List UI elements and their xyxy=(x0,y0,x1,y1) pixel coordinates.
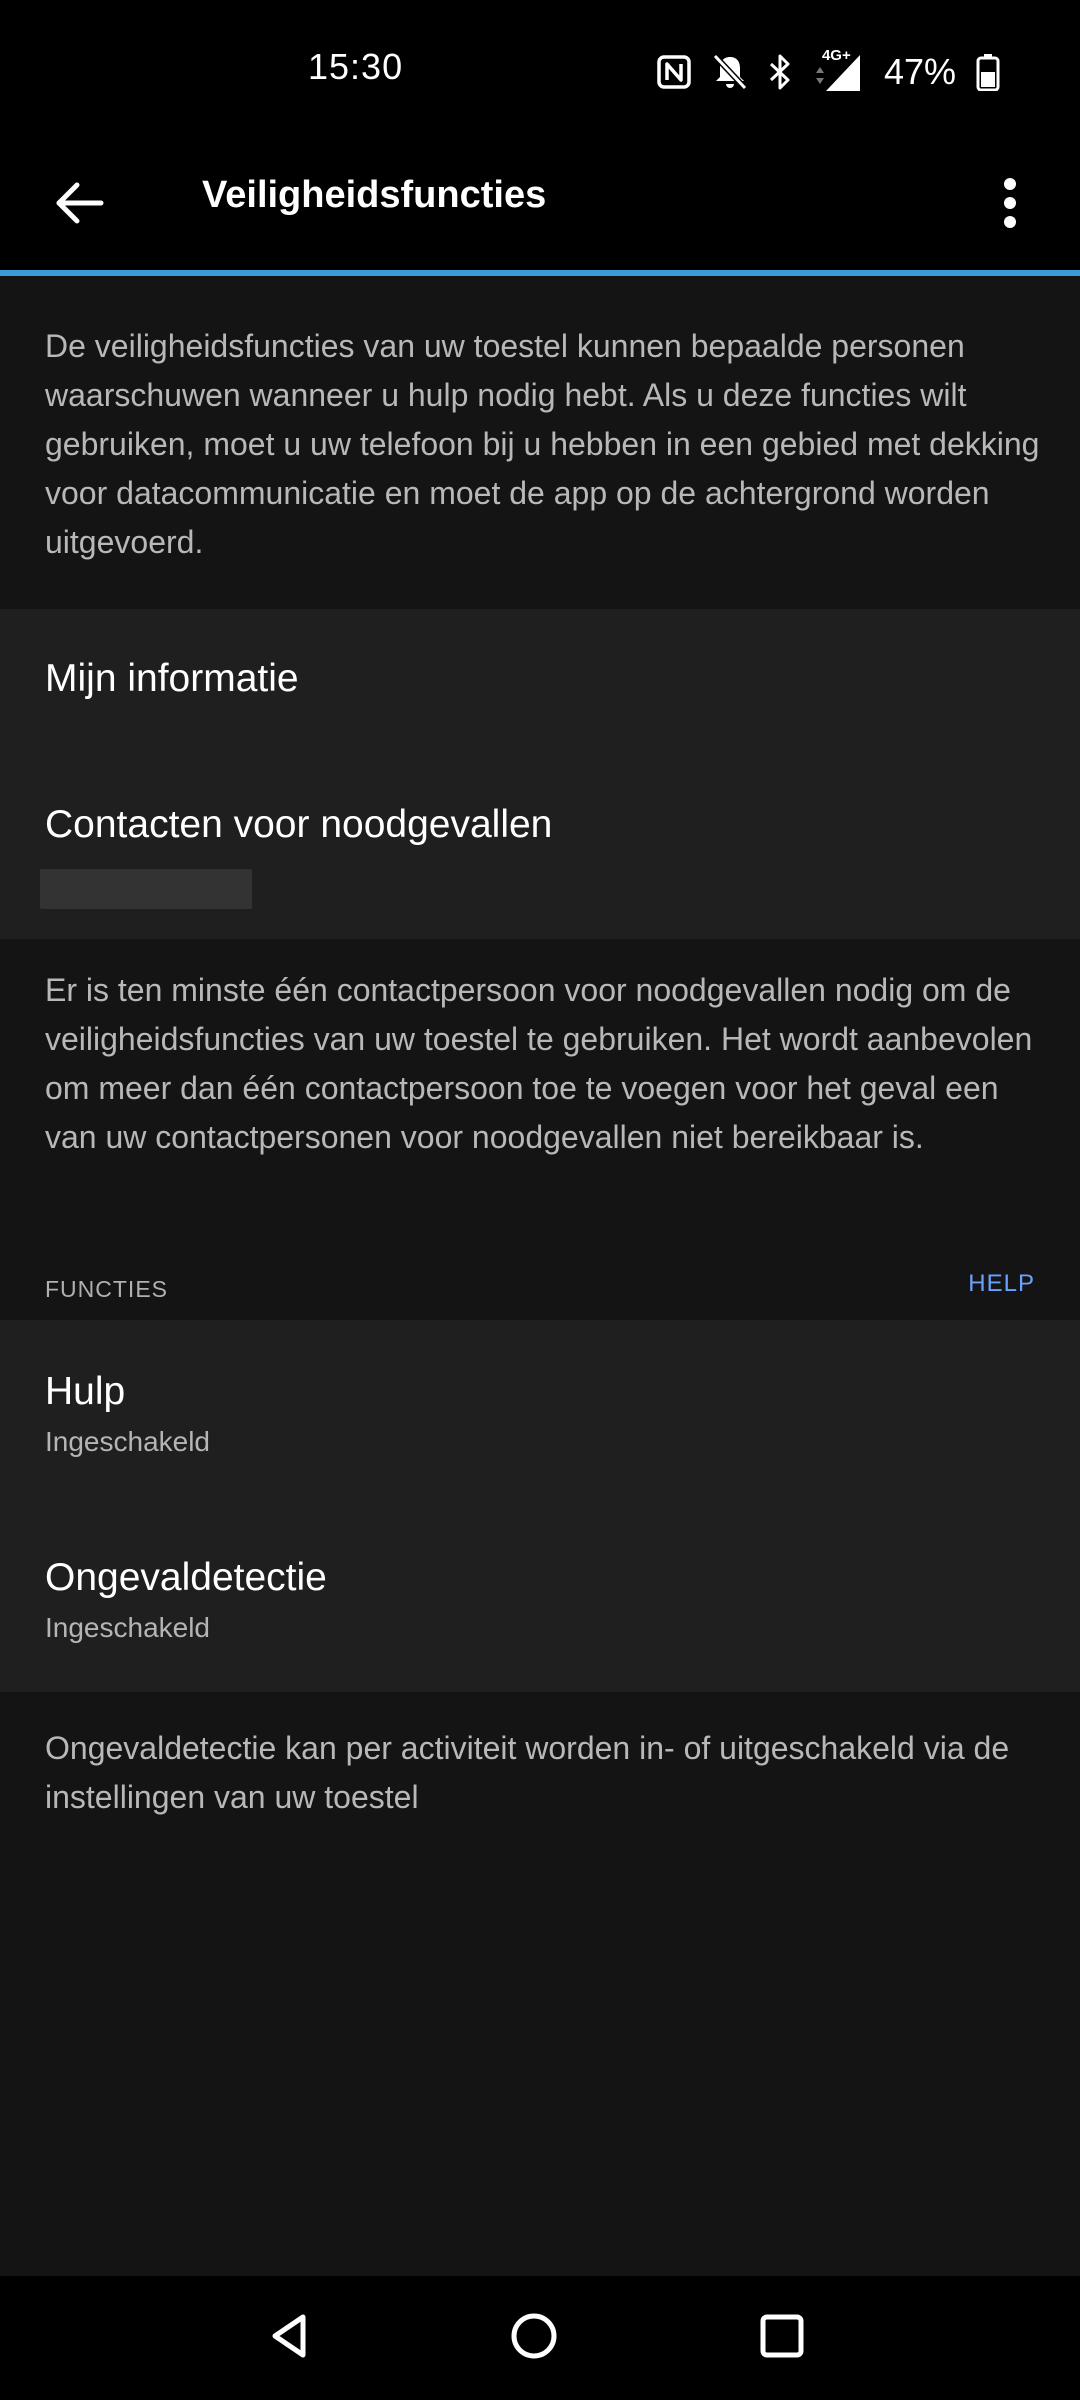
function-item-ongevaldetectie[interactable]: Ongevaldetectie Ingeschakeld xyxy=(0,1506,1080,1692)
status-bar: 15:30 4G+ 47% xyxy=(0,0,1080,140)
function-item-hulp[interactable]: Hulp Ingeschakeld xyxy=(0,1320,1080,1506)
home-circle-icon xyxy=(508,2310,560,2367)
more-options-button[interactable] xyxy=(970,165,1050,245)
signal-icon: 4G+ xyxy=(812,47,864,93)
function-status: Ingeschakeld xyxy=(45,1612,211,1643)
function-title: Ongevaldetectie xyxy=(45,1556,327,1599)
function-title: Hulp xyxy=(45,1370,126,1413)
function-status: Ingeschakeld xyxy=(45,1426,211,1457)
battery-icon xyxy=(976,53,1000,91)
battery-percent: 47% xyxy=(883,51,956,92)
my-info-item[interactable]: Mijn informatie xyxy=(0,609,1080,755)
my-info-label: Mijn informatie xyxy=(45,657,299,700)
functions-card: Hulp Ingeschakeld Ongevaldetectie Ingesc… xyxy=(0,1320,1080,1692)
page-title: Veiligheidsfuncties xyxy=(202,174,547,216)
arrow-left-icon xyxy=(55,181,105,230)
nav-back-button[interactable] xyxy=(250,2298,330,2378)
back-triangle-icon xyxy=(265,2311,315,2366)
nav-home-button[interactable] xyxy=(494,2298,574,2378)
settings-card: Mijn informatie Contacten voor noodgeval… xyxy=(0,609,1080,939)
intro-text: De veiligheidsfuncties van uw toestel ku… xyxy=(45,328,1040,560)
status-icons: 4G+ 47% xyxy=(656,46,1000,98)
more-vert-icon xyxy=(1003,177,1017,234)
nav-recents-button[interactable] xyxy=(742,2298,822,2378)
system-nav-bar xyxy=(0,2276,1080,2400)
footer-note: Ongevaldetectie kan per activiteit worde… xyxy=(45,1730,1010,1815)
contacts-note: Er is ten minste één contactpersoon voor… xyxy=(45,972,1033,1155)
content: De veiligheidsfuncties van uw toestel ku… xyxy=(0,276,1080,2276)
emergency-contacts-item[interactable]: Contacten voor noodgevallen xyxy=(0,755,1080,939)
bell-off-icon xyxy=(712,53,748,91)
back-button[interactable] xyxy=(40,165,120,245)
network-type: 4G+ xyxy=(821,47,851,64)
app-bar: Veiligheidsfuncties xyxy=(0,140,1080,270)
functions-header: FUNCTIES xyxy=(45,1276,168,1302)
help-link[interactable]: HELP xyxy=(968,1270,1035,1298)
redacted-contact xyxy=(40,869,252,909)
bluetooth-icon xyxy=(768,53,792,91)
nfc-icon xyxy=(656,54,692,90)
emergency-contacts-label: Contacten voor noodgevallen xyxy=(45,803,553,846)
status-time: 15:30 xyxy=(308,46,404,87)
recents-square-icon xyxy=(757,2311,807,2366)
